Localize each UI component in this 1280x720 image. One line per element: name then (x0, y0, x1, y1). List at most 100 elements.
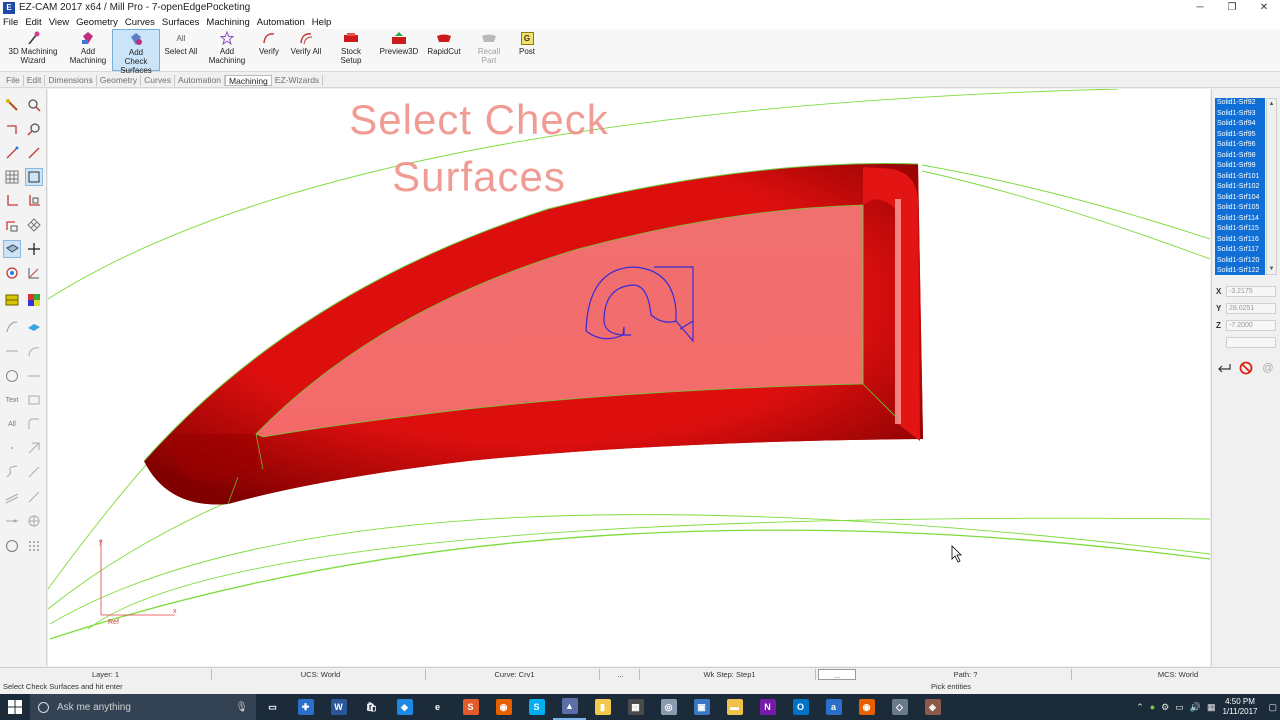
select-pointer-icon[interactable] (3, 96, 21, 114)
circle-2-icon[interactable] (3, 537, 21, 555)
minimize-button[interactable]: ─ (1184, 0, 1216, 15)
dot-grid-icon[interactable] (25, 537, 43, 555)
polyline-icon[interactable] (25, 144, 43, 162)
layers-icon[interactable] (3, 291, 21, 309)
scroll-up-icon[interactable]: ▲ (1267, 99, 1276, 109)
taskbar-app-button[interactable]: ▣ (685, 694, 718, 720)
list-item[interactable]: Solid1-Srf95 (1215, 130, 1265, 141)
corner-2-icon[interactable] (25, 192, 43, 210)
line-horizontal-icon[interactable] (3, 342, 21, 360)
status-wkstep[interactable]: Wk Step: Step1 (644, 669, 816, 680)
enter-icon[interactable] (1216, 360, 1232, 376)
tray-chevron-icon[interactable]: ⌃ (1136, 702, 1144, 713)
list-item[interactable]: Solid1-Srf114 (1215, 214, 1265, 225)
taskbar-app-button[interactable]: O (784, 694, 817, 720)
at-icon[interactable]: @ (1260, 360, 1276, 376)
frame-select-icon[interactable] (25, 168, 43, 186)
extra-field[interactable] (1226, 337, 1276, 348)
arc-draw-icon[interactable] (3, 318, 21, 336)
tray-app-icon[interactable]: ● (1150, 702, 1155, 712)
taskbar-app-button[interactable]: ▦ (619, 694, 652, 720)
menu-help[interactable]: Help (312, 17, 332, 28)
z-coord-field[interactable]: -7.2000 (1226, 320, 1276, 331)
list-item[interactable]: Solid1-Srf105 (1215, 203, 1265, 214)
menu-edit[interactable]: Edit (25, 17, 41, 28)
line-3-icon[interactable] (25, 463, 43, 481)
taskbar-search[interactable]: Ask me anything 🎙 (30, 694, 256, 720)
arc-icon[interactable] (25, 342, 43, 360)
taskbar-app-button[interactable]: ▮ (586, 694, 619, 720)
offset-icon[interactable] (3, 488, 21, 506)
list-item[interactable]: Solid1-Srf115 (1215, 224, 1265, 235)
tab-dimensions[interactable]: Dimensions (45, 74, 97, 86)
cancel-icon[interactable] (1238, 360, 1254, 376)
list-item[interactable]: Solid1-Srf104 (1215, 193, 1265, 204)
taskbar-app-button[interactable]: ▬ (718, 694, 751, 720)
scroll-down-icon[interactable]: ▼ (1267, 264, 1276, 274)
post-button[interactable]: G Post (512, 29, 542, 71)
zoom-window-icon[interactable] (25, 96, 43, 114)
center-icon[interactable] (25, 512, 43, 530)
add-machining-button[interactable]: Add Machining (64, 29, 112, 71)
rapidcut-button[interactable]: RapidCut (422, 29, 466, 71)
status-path[interactable]: Path: ? (860, 669, 1072, 680)
line-4-icon[interactable] (25, 488, 43, 506)
status-curve-more-button[interactable]: ... (602, 669, 640, 680)
list-item[interactable]: Solid1-Srf94 (1215, 119, 1265, 130)
list-item[interactable]: Solid1-Srf120 (1215, 256, 1265, 267)
taskbar-app-button[interactable]: ◎ (652, 694, 685, 720)
tab-curves[interactable]: Curves (141, 74, 176, 86)
grid-icon[interactable] (3, 168, 21, 186)
tab-automation[interactable]: Automation (175, 74, 226, 86)
restore-button[interactable]: ❐ (1216, 0, 1248, 15)
taskbar-app-button[interactable]: N (751, 694, 784, 720)
list-item[interactable]: Solid1-Srf122 (1215, 266, 1265, 275)
spline-icon[interactable] (3, 463, 21, 481)
status-layer[interactable]: Layer: 1 (0, 669, 212, 680)
menu-machining[interactable]: Machining (206, 17, 249, 28)
y-coord-field[interactable]: 28.0251 (1226, 303, 1276, 314)
taskbar-clock[interactable]: 4:50 PM 1/11/2017 (1222, 697, 1257, 717)
taskbar-app-button[interactable]: ◈ (916, 694, 949, 720)
start-button[interactable] (0, 694, 30, 720)
taskbar-app-button[interactable]: S (520, 694, 553, 720)
move-icon[interactable] (25, 240, 43, 258)
menu-automation[interactable]: Automation (257, 17, 305, 28)
zoom-icon[interactable] (25, 120, 43, 138)
surface-plane-icon[interactable] (25, 318, 43, 336)
taskbar-app-button[interactable]: ✚ (289, 694, 322, 720)
point-icon[interactable] (3, 439, 21, 457)
list-item[interactable]: Solid1-Srf101 (1215, 172, 1265, 183)
surface-list[interactable]: Solid1-Srf92 Solid1-Srf93 Solid1-Srf94 S… (1215, 98, 1265, 275)
action-center-icon[interactable]: ▢ (1268, 702, 1277, 713)
list-item[interactable]: Solid1-Srf116 (1215, 235, 1265, 246)
circle-icon[interactable] (3, 367, 21, 385)
line-tool-icon[interactable] (3, 144, 21, 162)
all-tool[interactable]: All (3, 415, 21, 433)
list-item[interactable]: Solid1-Srf92 (1215, 98, 1265, 109)
tab-machining[interactable]: Machining (225, 74, 272, 86)
tab-edit[interactable]: Edit (24, 74, 46, 86)
taskbar-app-button[interactable]: ◉ (487, 694, 520, 720)
verify-all-button[interactable]: Verify All (286, 29, 326, 71)
graphics-viewport[interactable]: Ref x y Select Check Surfaces (48, 89, 1210, 666)
list-item[interactable]: Solid1-Srf99 (1215, 161, 1265, 172)
menu-file[interactable]: File (3, 17, 18, 28)
scale-icon[interactable] (25, 264, 43, 282)
fillet-icon[interactable] (25, 415, 43, 433)
menu-view[interactable]: View (49, 17, 69, 28)
corner-icon[interactable] (3, 192, 21, 210)
list-item[interactable]: Solid1-Srf117 (1215, 245, 1265, 256)
rotate-icon[interactable] (3, 264, 21, 282)
status-wkstep-more-button[interactable]: ... (818, 669, 856, 680)
machining-wizard-button[interactable]: 3D Machining Wizard (2, 29, 64, 71)
tab-geometry[interactable]: Geometry (97, 74, 142, 86)
transform-icon[interactable] (3, 216, 21, 234)
close-button[interactable]: ✕ (1248, 0, 1280, 15)
taskbar-app-button[interactable]: ◆ (388, 694, 421, 720)
taskbar-app-button[interactable]: ▲ (553, 694, 586, 720)
select-all-button[interactable]: All Select All (160, 29, 202, 71)
taskbar-app-button[interactable]: a (817, 694, 850, 720)
taskbar-app-button[interactable]: W (322, 694, 355, 720)
taskbar-app-button[interactable]: ◉ (850, 694, 883, 720)
